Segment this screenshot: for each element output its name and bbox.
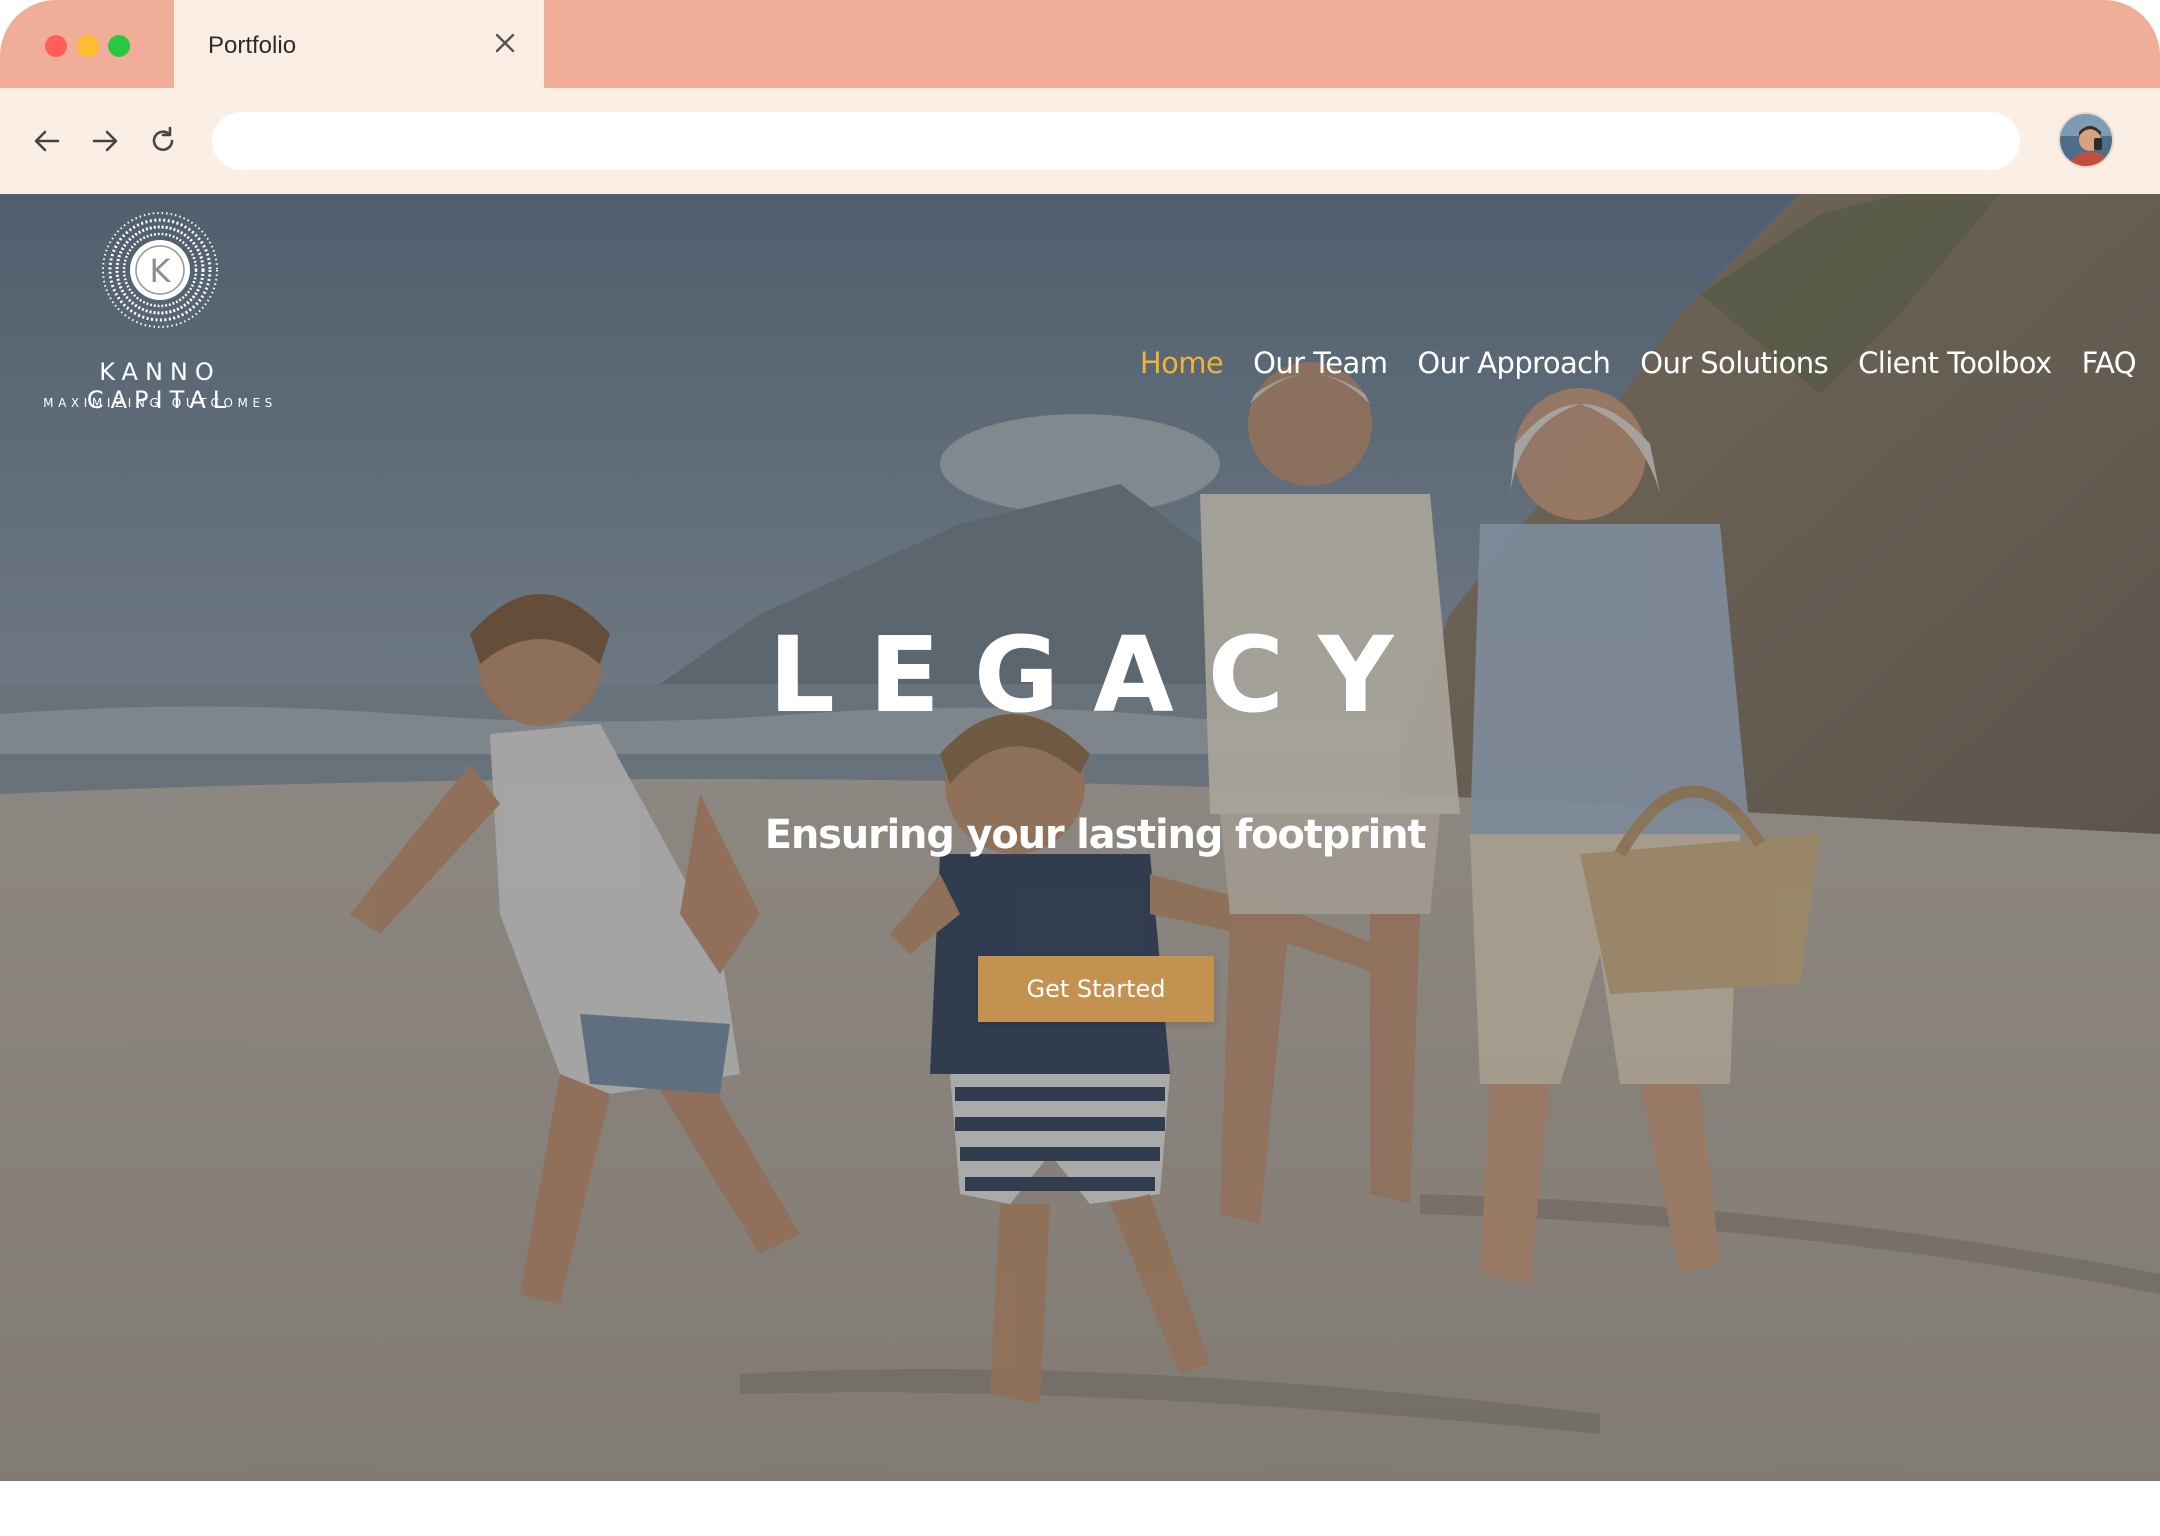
browser-toolbar bbox=[0, 88, 2160, 194]
avatar[interactable] bbox=[2058, 112, 2114, 168]
hero-section: K KANNO CAPITAL MAXIMIZING OUTCOMES Home… bbox=[0, 194, 2160, 1481]
browser-tab[interactable]: Portfolio bbox=[174, 0, 544, 88]
site-logo[interactable]: K KANNO CAPITAL MAXIMIZING OUTCOMES bbox=[20, 210, 300, 414]
svg-text:K: K bbox=[150, 252, 172, 290]
logo-tagline: MAXIMIZING OUTCOMES bbox=[43, 396, 277, 410]
window-maximize-dot[interactable] bbox=[108, 35, 130, 57]
nav-item-home[interactable]: Home bbox=[1140, 346, 1224, 380]
nav-item-our-solutions[interactable]: Our Solutions bbox=[1640, 346, 1828, 380]
tab-title: Portfolio bbox=[208, 32, 297, 59]
nav-item-faq[interactable]: FAQ bbox=[2082, 346, 2137, 380]
main-navigation: Home Our Team Our Approach Our Solutions… bbox=[1140, 346, 2137, 380]
nav-item-our-team[interactable]: Our Team bbox=[1253, 346, 1388, 380]
browser-tab-bar: Portfolio bbox=[0, 0, 2160, 88]
get-started-button[interactable]: Get Started bbox=[978, 956, 1214, 1022]
forward-arrow-icon[interactable] bbox=[88, 124, 122, 158]
reload-icon[interactable] bbox=[146, 124, 180, 158]
logo-monogram-icon: K bbox=[102, 212, 218, 328]
window-close-dot[interactable] bbox=[45, 35, 67, 57]
nav-item-client-toolbox[interactable]: Client Toolbox bbox=[1858, 346, 2052, 380]
nav-item-our-approach[interactable]: Our Approach bbox=[1417, 346, 1611, 380]
window-minimize-dot[interactable] bbox=[77, 35, 99, 57]
hero-subtitle: Ensuring your lasting footprint bbox=[764, 812, 1427, 858]
hero-title: LEGACY bbox=[768, 614, 1428, 736]
close-icon[interactable] bbox=[492, 30, 518, 56]
address-bar[interactable] bbox=[212, 112, 2020, 170]
back-arrow-icon[interactable] bbox=[30, 124, 64, 158]
